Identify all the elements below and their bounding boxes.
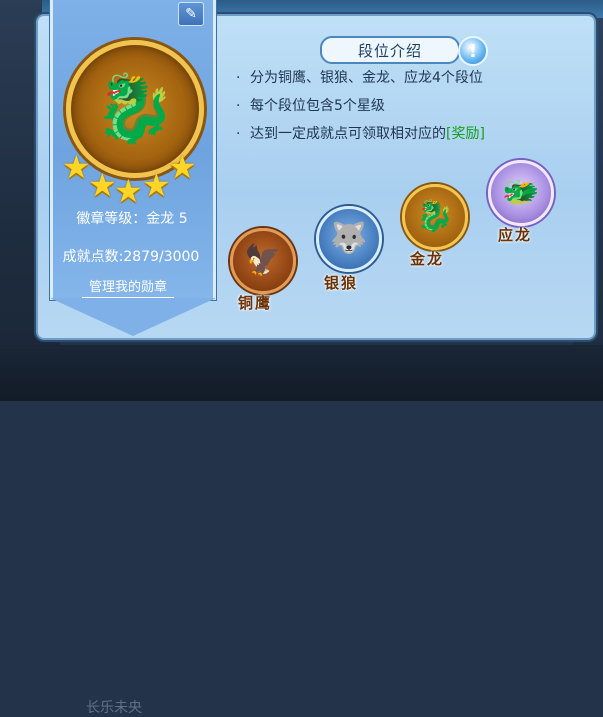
manage-medals-link[interactable]: 管理我的勋章 — [82, 276, 174, 298]
list-item: · 每个段位包含5个星级 — [236, 92, 485, 120]
star-icon: ★ — [88, 166, 117, 204]
rank-label: 金龙 — [410, 250, 445, 268]
list-item: · 达到一定成就点可领取相对应的[奖励] — [236, 120, 485, 148]
star-icon: ★ — [168, 148, 197, 186]
ying-dragon-glyph: 🐲 — [502, 175, 540, 210]
eagle-glyph: 🦅 — [244, 243, 282, 278]
dragon-glyph: 🐉 — [93, 70, 177, 147]
bronze-eagle-medal-icon: 🦅 — [230, 228, 296, 294]
bullet-text: 分为铜鹰、银狼、金龙、应龙4个段位 — [250, 70, 483, 86]
rank-info-title-text: 段位介绍 — [357, 41, 422, 60]
star-icon: ★ — [62, 148, 91, 186]
rank-info-title: 段位介绍 — [320, 36, 460, 64]
star-icon: ★ — [142, 166, 171, 204]
edit-icon[interactable]: ✎ — [178, 2, 204, 26]
rank-label: 应龙 — [498, 226, 533, 244]
purple-dragon-medal-icon: 🐲 — [488, 160, 554, 226]
achievement-points: 成就点数:2879/3000 — [62, 249, 200, 265]
badge-level: 徽章等级：金龙 5 — [76, 211, 188, 227]
bullet-text: 达到一定成就点可领取相对应的 — [250, 126, 446, 142]
gold-dragon-rank-medal-icon: 🐉 — [402, 184, 468, 250]
list-item: · 分为铜鹰、银狼、金龙、应龙4个段位 — [236, 64, 485, 92]
wolf-glyph: 🐺 — [330, 221, 368, 256]
reward-link[interactable]: [奖励] — [446, 126, 485, 142]
star-rating: ★ ★ ★ ★ ★ — [58, 146, 200, 210]
bullet-dot: · — [236, 98, 241, 114]
rank-label: 铜鹰 — [238, 294, 273, 312]
bullet-text: 每个段位包含5个星级 — [250, 98, 385, 114]
background-text: 长乐未央 — [86, 700, 142, 716]
rank-info-list: · 分为铜鹰、银狼、金龙、应龙4个段位 · 每个段位包含5个星级 · 达到一定成就点可… — [236, 64, 485, 148]
dragon-glyph: 🐉 — [416, 199, 454, 234]
bullet-dot: · — [236, 126, 241, 142]
info-icon[interactable]: ! — [458, 36, 488, 66]
background-bottom: 长乐未央 — [0, 345, 603, 716]
star-icon: ★ — [114, 172, 143, 210]
bullet-dot: · — [236, 70, 241, 86]
silver-wolf-medal-icon: 🐺 — [316, 206, 382, 272]
badge-card-tip — [50, 298, 216, 336]
rank-label: 银狼 — [324, 274, 359, 292]
